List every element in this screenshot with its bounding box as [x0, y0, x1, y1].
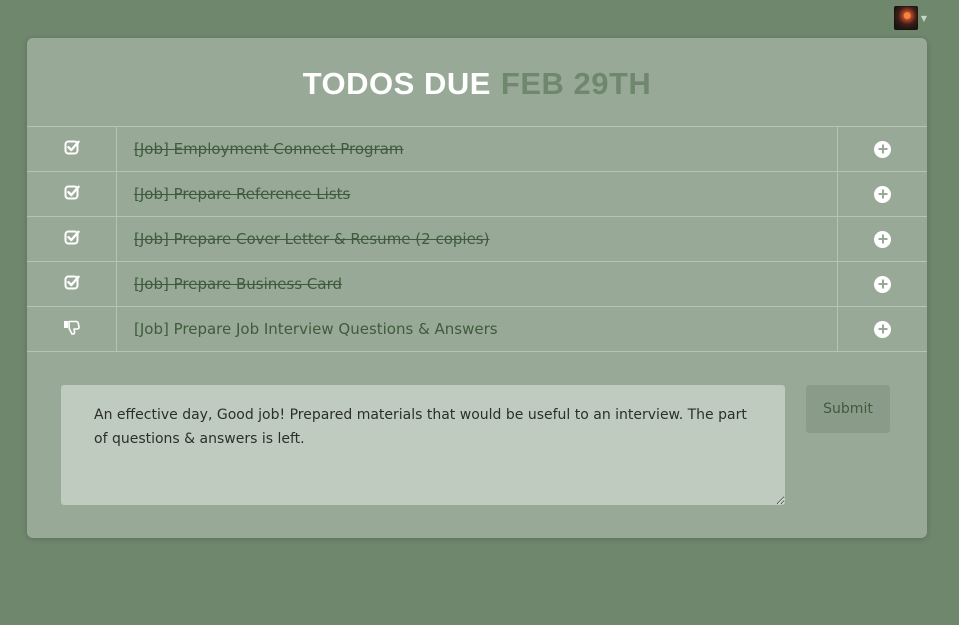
check-square-icon	[64, 274, 80, 294]
avatar[interactable]	[893, 6, 918, 30]
todo-row: [Job] Prepare Cover Letter & Resume (2 c…	[27, 217, 927, 262]
plus-circle-icon	[874, 140, 891, 158]
todo-add-button[interactable]	[837, 262, 927, 306]
plus-circle-icon	[874, 275, 891, 293]
todo-done-toggle[interactable]	[27, 217, 117, 261]
todo-row: [Job] Prepare Reference Lists	[27, 172, 927, 217]
plus-circle-icon	[874, 185, 891, 203]
check-square-icon	[64, 229, 80, 249]
todos-card: TODOS DUE FEB 29TH [Job] Employment Conn…	[27, 38, 927, 538]
title-prefix: TODOS DUE	[302, 66, 491, 101]
plus-circle-icon	[874, 230, 891, 248]
submit-button[interactable]: Submit	[806, 385, 890, 433]
todo-add-button[interactable]	[837, 307, 927, 351]
todo-label: [Job] Employment Connect Program	[134, 140, 404, 158]
todo-row: [Job] Prepare Job Interview Questions & …	[27, 307, 927, 352]
thumbs-down-icon	[63, 319, 81, 339]
todo-not-done-toggle[interactable]	[27, 307, 117, 351]
todo-row: [Job] Prepare Business Card	[27, 262, 927, 307]
check-square-icon	[64, 184, 80, 204]
title-date: FEB 29TH	[500, 66, 652, 101]
todo-add-button[interactable]	[837, 217, 927, 261]
todo-done-toggle[interactable]	[27, 172, 117, 216]
plus-circle-icon	[874, 320, 891, 338]
todo-label: [Job] Prepare Cover Letter & Resume (2 c…	[134, 230, 490, 248]
todo-row: [Job] Employment Connect Program	[27, 127, 927, 172]
review-textarea[interactable]: An effective day, Good job! Prepared mat…	[61, 385, 785, 505]
todo-done-toggle[interactable]	[27, 127, 117, 171]
page-title: TODOS DUE FEB 29TH	[27, 38, 927, 127]
todo-label: [Job] Prepare Job Interview Questions & …	[134, 320, 498, 338]
todo-done-toggle[interactable]	[27, 262, 117, 306]
todo-label: [Job] Prepare Reference Lists	[134, 185, 351, 203]
user-menu[interactable]: ▼	[893, 6, 927, 30]
todo-list: [Job] Employment Connect Program [Job] Pr…	[27, 127, 927, 352]
todo-add-button[interactable]	[837, 127, 927, 171]
todo-add-button[interactable]	[837, 172, 927, 216]
todo-label: [Job] Prepare Business Card	[134, 275, 342, 293]
chevron-down-icon[interactable]: ▼	[921, 15, 927, 23]
check-square-icon	[64, 139, 80, 159]
